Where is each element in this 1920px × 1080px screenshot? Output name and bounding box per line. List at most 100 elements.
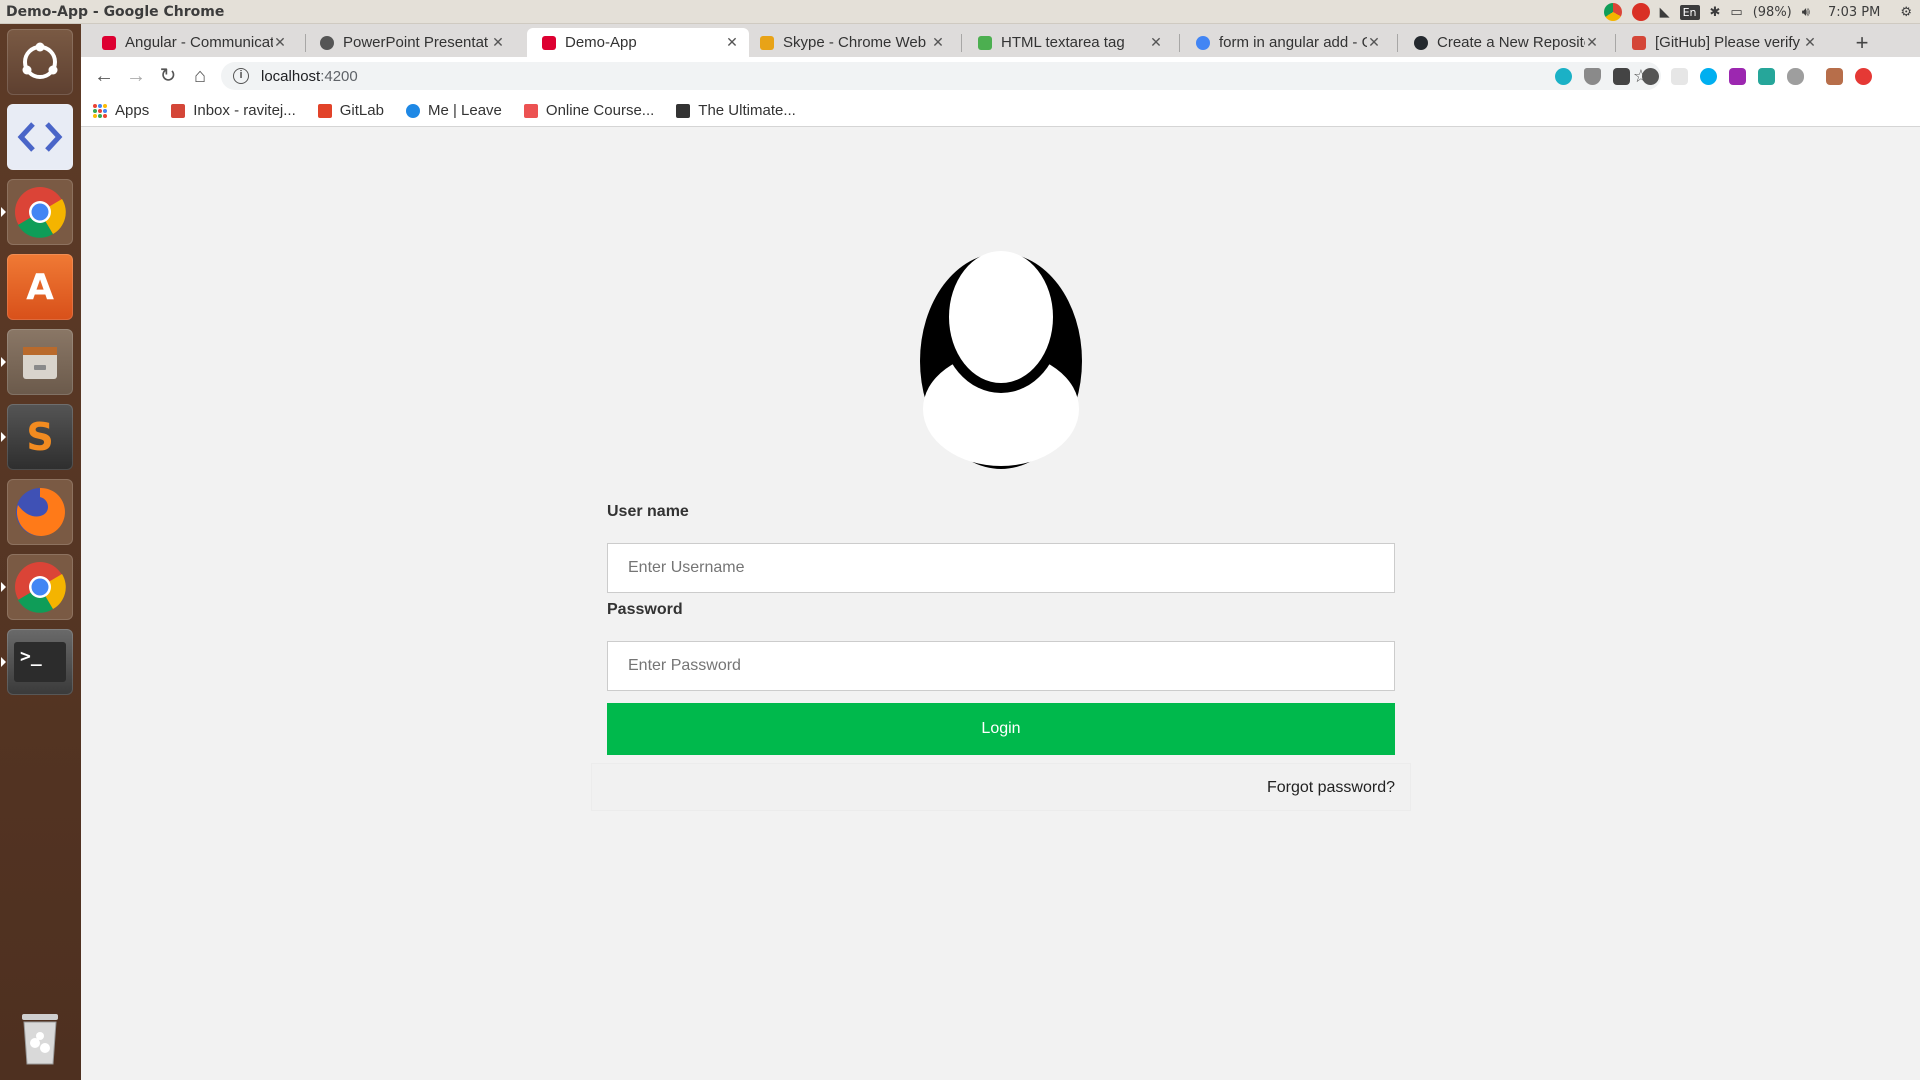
- tab-title: Angular - Communicat: [125, 34, 273, 51]
- browser-tab-strip: Angular - Communicat ✕ PowerPoint Presen…: [81, 24, 1920, 57]
- udemy-icon: [523, 103, 538, 118]
- back-arrow-icon[interactable]: ←: [91, 63, 117, 89]
- tab-title: Demo-App: [565, 34, 637, 51]
- url-host: localhost: [261, 67, 321, 85]
- forgot-password-link[interactable]: Forgot password?: [1267, 779, 1395, 797]
- tab[interactable]: PowerPoint Presentat ✕: [305, 28, 515, 57]
- close-icon[interactable]: ✕: [1149, 34, 1163, 51]
- ubuntu-dash-icon[interactable]: [7, 29, 73, 95]
- tab-title: form in angular add - G: [1219, 34, 1367, 51]
- bookmark-gitlab[interactable]: GitLab: [317, 102, 384, 119]
- new-tab-button[interactable]: +: [1848, 30, 1876, 58]
- close-icon[interactable]: ✕: [1367, 34, 1381, 51]
- running-indicator: [1, 207, 6, 217]
- address-bar[interactable]: i localhost:4200 ☆: [221, 62, 1661, 90]
- terminal-icon[interactable]: >_: [7, 629, 73, 695]
- tab[interactable]: [GitHub] Please verify ✕: [1617, 28, 1827, 57]
- tab-title: [GitHub] Please verify: [1655, 34, 1801, 51]
- tab-separator: [1179, 34, 1180, 52]
- running-indicator: [1, 432, 6, 442]
- tab[interactable]: Angular - Communicat ✕: [87, 28, 297, 57]
- skype-extension-icon[interactable]: [1700, 67, 1717, 85]
- github-favicon-icon: [1414, 35, 1428, 50]
- extension-m-icon[interactable]: [1555, 67, 1572, 85]
- tab-separator: [1397, 34, 1398, 52]
- tab-active[interactable]: Demo-App ✕: [527, 28, 749, 57]
- extension-icons: [1555, 57, 1872, 95]
- w3schools-favicon-icon: [978, 35, 992, 50]
- angular-favicon-icon: [102, 35, 116, 50]
- forward-arrow-icon[interactable]: →: [123, 63, 149, 89]
- form-footer: Forgot password?: [592, 764, 1410, 810]
- globe-favicon-icon: [320, 35, 334, 50]
- close-icon[interactable]: ✕: [725, 34, 739, 51]
- gmail-favicon-icon: [1632, 35, 1646, 50]
- running-indicator: [1, 657, 6, 667]
- password-input[interactable]: [607, 641, 1395, 691]
- trash-icon[interactable]: [7, 1005, 73, 1071]
- unity-launcher: A S >_: [0, 24, 81, 1080]
- bookmark-apps[interactable]: Apps: [93, 102, 149, 119]
- close-icon[interactable]: ✕: [1803, 34, 1817, 51]
- username-input[interactable]: [607, 543, 1395, 593]
- reload-icon[interactable]: ↻: [155, 63, 181, 89]
- chrome-icon[interactable]: [7, 179, 73, 245]
- login-button[interactable]: Login: [607, 703, 1395, 755]
- battery-icon[interactable]: ▭: [1730, 5, 1742, 20]
- wifi-icon[interactable]: ◣: [1660, 5, 1670, 20]
- tab[interactable]: Skype - Chrome Web St ✕: [745, 28, 955, 57]
- do-not-disturb-icon[interactable]: [1631, 3, 1650, 21]
- address-url[interactable]: localhost:4200: [261, 68, 358, 85]
- user-avatar-icon: [920, 251, 1082, 469]
- profile-avatar-icon[interactable]: [1826, 67, 1843, 85]
- window-title: Demo-App - Google Chrome: [6, 3, 225, 20]
- extension-shield-icon[interactable]: [1584, 67, 1601, 85]
- cloud-extension-icon[interactable]: [1787, 67, 1804, 85]
- k-logo-icon: [405, 103, 420, 118]
- gitlab-icon: [317, 103, 332, 118]
- tab-title: Create a New Reposito: [1437, 34, 1585, 51]
- extension-blank-icon[interactable]: [1671, 67, 1688, 85]
- firefox-icon[interactable]: [7, 479, 73, 545]
- bookmark-label: GitLab: [339, 102, 384, 119]
- close-icon[interactable]: ✕: [273, 34, 287, 51]
- sublime-text-icon[interactable]: S: [7, 404, 73, 470]
- bookmark-leave[interactable]: Me | Leave: [405, 102, 502, 119]
- extension-circle-icon[interactable]: [1642, 67, 1659, 85]
- chrome-tray-icon[interactable]: [1603, 3, 1622, 21]
- bookmark-online-course[interactable]: Online Course...: [523, 102, 654, 119]
- tab-separator: [1615, 34, 1616, 52]
- chrome-menu-alert-icon[interactable]: [1855, 67, 1872, 85]
- tab[interactable]: form in angular add - G ✕: [1181, 28, 1391, 57]
- bookmark-inbox[interactable]: Inbox - ravitej...: [171, 102, 296, 119]
- page-viewport: User name Password Login Forgot password…: [81, 128, 1920, 1080]
- close-icon[interactable]: ✕: [931, 34, 945, 51]
- software-center-icon[interactable]: A: [7, 254, 73, 320]
- system-tray: ◣ En ✱ ▭ (98%) 🔊︎ 7:03 PM ⚙: [1603, 0, 1912, 24]
- keyboard-layout-indicator[interactable]: En: [1679, 4, 1700, 20]
- google-favicon-icon: [1196, 35, 1210, 50]
- site-info-icon[interactable]: i: [233, 68, 249, 84]
- close-icon[interactable]: ✕: [1585, 34, 1599, 51]
- files-icon[interactable]: [7, 329, 73, 395]
- angular-favicon-icon: [542, 35, 556, 50]
- url-port: :4200: [320, 67, 358, 85]
- chrome-icon[interactable]: [7, 554, 73, 620]
- running-indicator: [1, 582, 6, 592]
- bookmark-extension-icon[interactable]: [1758, 67, 1775, 85]
- battery-percentage: (98%): [1752, 4, 1792, 20]
- settings-gear-icon[interactable]: ⚙: [1900, 5, 1912, 20]
- pen-extension-icon[interactable]: [1729, 67, 1746, 85]
- extension-new-icon[interactable]: [1613, 67, 1630, 85]
- home-icon[interactable]: ⌂: [187, 63, 213, 89]
- volume-icon[interactable]: 🔊︎: [1802, 5, 1810, 20]
- bookmark-label: Inbox - ravitej...: [193, 102, 296, 119]
- bluetooth-icon[interactable]: ✱: [1710, 5, 1721, 20]
- tab[interactable]: Create a New Reposito ✕: [1399, 28, 1609, 57]
- code-editor-icon[interactable]: [7, 104, 73, 170]
- bookmarks-bar: Apps Inbox - ravitej... GitLab Me | Leav…: [81, 95, 1920, 127]
- close-icon[interactable]: ✕: [491, 34, 505, 51]
- bookmark-ultimate[interactable]: The Ultimate...: [676, 102, 796, 119]
- tab[interactable]: HTML textarea tag ✕: [963, 28, 1173, 57]
- clock[interactable]: 7:03 PM: [1828, 5, 1880, 20]
